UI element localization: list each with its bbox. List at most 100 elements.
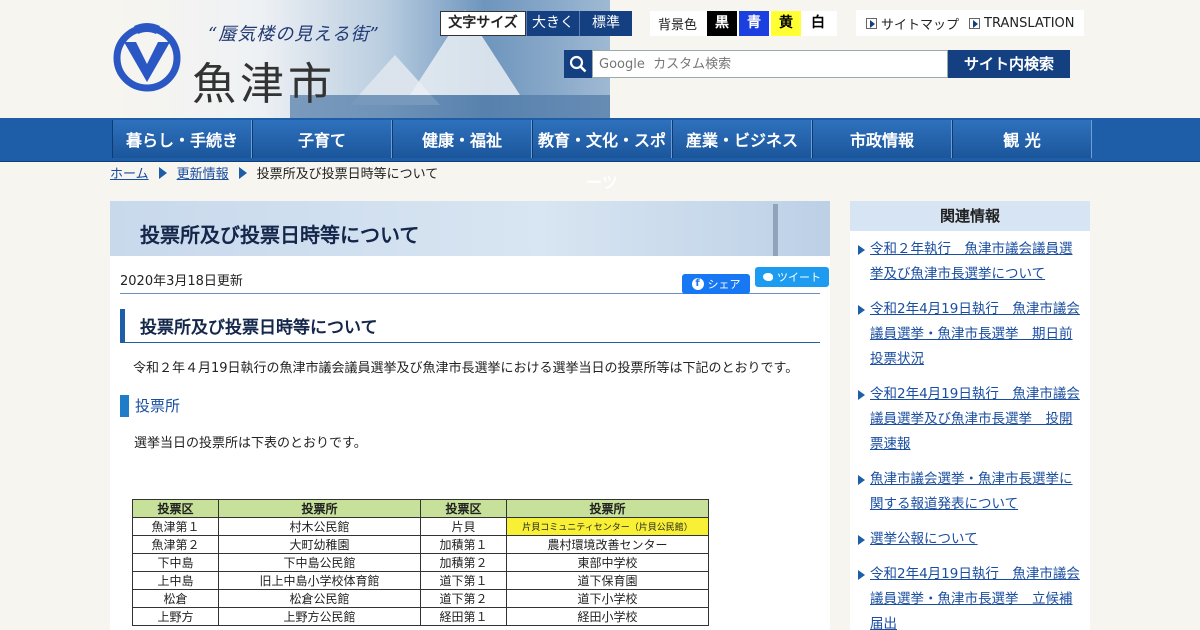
city-emblem-icon[interactable] — [112, 20, 182, 92]
site-search-button[interactable]: サイト内検索 — [948, 50, 1070, 78]
table-cell: 魚津第２ — [132, 535, 219, 554]
search-icon — [564, 50, 592, 78]
twitter-bird-icon — [763, 273, 773, 281]
table-cell: 上野方公民館 — [218, 607, 421, 626]
related-link[interactable]: 選挙公報について — [856, 527, 1082, 552]
related-link[interactable]: 令和2年4月19日執行 魚津市議会議員選挙・魚津市長選挙 期日前投票状況 — [856, 297, 1082, 372]
table-cell: 上中島 — [132, 571, 219, 590]
table-cell-highlighted: 片貝コミュニティセンター（片貝公民館） — [506, 517, 709, 536]
table-header: 投票区 — [132, 499, 219, 518]
translation-link[interactable]: TRANSLATION — [959, 15, 1075, 31]
main-content: 投票所及び投票日時等について 2020年3月18日更新 f シェア ツイート 投… — [110, 201, 830, 630]
translation-label: TRANSLATION — [984, 15, 1075, 31]
bg-yellow-button[interactable]: 黄 — [771, 11, 802, 36]
subsection-text: 選挙当日の投票所は下表のとおりです。 — [134, 436, 367, 451]
table-row: 上野方 上野方公民館 経田第１ 経田小学校 — [132, 607, 709, 626]
breadcrumb-home-link[interactable]: ホーム — [110, 163, 149, 182]
meta-row: 2020年3月18日更新 f シェア ツイート — [120, 256, 829, 294]
text-size-label: 文字サイズ — [440, 11, 526, 36]
table-cell: 東部中学校 — [506, 553, 709, 572]
table-cell: 大町幼稚園 — [218, 535, 421, 554]
facebook-icon: f — [691, 278, 704, 290]
bg-color-label: 背景色 — [658, 18, 698, 33]
table-cell: 加積第１ — [420, 535, 507, 554]
table-row: 下中島 下中島公民館 加積第２ 東部中学校 — [132, 553, 709, 572]
sitemap-link[interactable]: サイトマップ — [856, 14, 959, 33]
table-cell: 松倉 — [132, 589, 219, 608]
arrow-right-icon — [969, 17, 981, 29]
bg-white-button[interactable]: 白 — [803, 11, 834, 36]
polling-stations-table: 投票区 投票所 投票区 投票所 魚津第１ 村木公民館 片貝 片貝コミュニティセン… — [132, 499, 709, 626]
table-cell: 松倉公民館 — [218, 589, 421, 608]
nav-item-childcare[interactable]: 子育て — [252, 120, 392, 158]
banner-tower-graphic — [773, 204, 778, 256]
sitemap-label: サイトマップ — [881, 17, 960, 33]
tweet-label: ツイート — [777, 271, 821, 284]
arrow-right-icon — [866, 17, 877, 29]
nav-item-tourism[interactable]: 観 光 — [952, 120, 1092, 158]
table-cell: 経田第１ — [420, 607, 507, 626]
table-cell: 道下小学校 — [506, 589, 709, 608]
table-row: 魚津第２ 大町幼稚園 加積第１ 農村環境改善センター — [132, 535, 709, 554]
background-color-controls: 背景色 黒 青 黄 白 — [650, 11, 838, 36]
tweet-button[interactable]: ツイート — [755, 267, 829, 287]
breadcrumb-current: 投票所及び投票日時等について — [256, 167, 439, 182]
bg-black-button[interactable]: 黒 — [707, 11, 738, 36]
bg-blue-button[interactable]: 青 — [739, 11, 770, 36]
site-header: “蜃気楼の見える街” 魚津市 文字サイズ 大きく 標準 背景色 黒 青 黄 白 … — [0, 0, 1200, 118]
sidebar-title: 関連情報 — [850, 201, 1090, 231]
nav-item-business[interactable]: 産業・ビジネス — [672, 120, 812, 158]
page-title: 投票所及び投票日時等について — [140, 223, 420, 247]
updated-date: 2020年3月18日更新 — [120, 274, 243, 289]
table-cell: 道下第２ — [420, 589, 507, 608]
table-cell: 道下保育園 — [506, 571, 709, 590]
text-size-large-button[interactable]: 大きく — [526, 11, 579, 36]
table-row: 松倉 松倉公民館 道下第２ 道下小学校 — [132, 589, 709, 608]
related-link[interactable]: 令和2年4月19日執行 魚津市議会議員選挙・魚津市長選挙 立候補届出 — [856, 562, 1082, 630]
table-cell: 道下第１ — [420, 571, 507, 590]
hero-water — [290, 95, 610, 118]
breadcrumb-updates-link[interactable]: 更新情報 — [177, 163, 229, 182]
table-cell: 下中島 — [132, 553, 219, 572]
city-slogan: “蜃気楼の見える街” — [208, 24, 380, 45]
table-header: 投票所 — [218, 499, 421, 518]
nav-item-city-info[interactable]: 市政情報 — [812, 120, 952, 158]
nav-item-living[interactable]: 暮らし・手続き — [112, 120, 252, 158]
share-label: シェア — [707, 278, 741, 291]
nav-item-health[interactable]: 健康・福祉 — [392, 120, 532, 158]
related-link[interactable]: 令和２年執行 魚津市議会議員選挙及び魚津市長選挙について — [856, 237, 1082, 287]
intro-paragraph: 令和２年４月19日執行の魚津市議会議員選挙及び魚津市長選挙における選挙当日の投票… — [133, 361, 799, 376]
text-size-controls: 文字サイズ 大きく 標準 — [440, 11, 632, 36]
related-links-list: 令和２年執行 魚津市議会議員選挙及び魚津市長選挙について 令和2年4月19日執行… — [850, 231, 1090, 630]
breadcrumb-arrow-icon — [238, 166, 247, 179]
section-heading: 投票所及び投票日時等について — [120, 309, 820, 343]
table-cell: 経田小学校 — [506, 607, 709, 626]
related-info-sidebar: 関連情報 令和２年執行 魚津市議会議員選挙及び魚津市長選挙について 令和2年4月… — [850, 201, 1090, 630]
table-row: 魚津第１ 村木公民館 片貝 片貝コミュニティセンター（片貝公民館） — [132, 517, 709, 536]
table-cell: 村木公民館 — [218, 517, 421, 536]
search-input[interactable] — [592, 50, 948, 78]
related-link[interactable]: 令和2年4月19日執行 魚津市議会議員選挙及び魚津市長選挙 投開票速報 — [856, 382, 1082, 457]
page-title-banner: 投票所及び投票日時等について — [110, 201, 830, 256]
related-link[interactable]: 魚津市議会選挙・魚津市長選挙に関する報道発表について — [856, 467, 1082, 517]
site-search: サイト内検索 — [564, 50, 1070, 78]
table-cell: 加積第２ — [420, 553, 507, 572]
table-header: 投票所 — [506, 499, 709, 518]
nav-item-education[interactable]: 教育・文化・スポーツ — [532, 120, 672, 192]
breadcrumb-arrow-icon — [158, 166, 167, 179]
table-cell: 旧上中島小学校体育館 — [218, 571, 421, 590]
table-header-row: 投票区 投票所 投票区 投票所 — [132, 499, 709, 518]
subsection-heading: 投票所 — [120, 395, 820, 417]
table-cell: 農村環境改善センター — [506, 535, 709, 554]
facebook-share-button[interactable]: f シェア — [682, 274, 750, 294]
text-size-standard-button[interactable]: 標準 — [579, 11, 632, 36]
section-heading-text: 投票所及び投票日時等について — [140, 318, 378, 338]
table-cell: 片貝 — [420, 517, 507, 536]
city-name-logo[interactable]: 魚津市 — [192, 48, 336, 112]
global-nav: 暮らし・手続き 子育て 健康・福祉 教育・文化・スポーツ 産業・ビジネス 市政情… — [0, 118, 1200, 192]
breadcrumb: ホーム 更新情報 投票所及び投票日時等について — [110, 163, 438, 182]
table-cell: 上野方 — [132, 607, 219, 626]
table-cell: 下中島公民館 — [218, 553, 421, 572]
table-row: 上中島 旧上中島小学校体育館 道下第１ 道下保育園 — [132, 571, 709, 590]
utility-links: サイトマップ TRANSLATION — [856, 10, 1084, 36]
